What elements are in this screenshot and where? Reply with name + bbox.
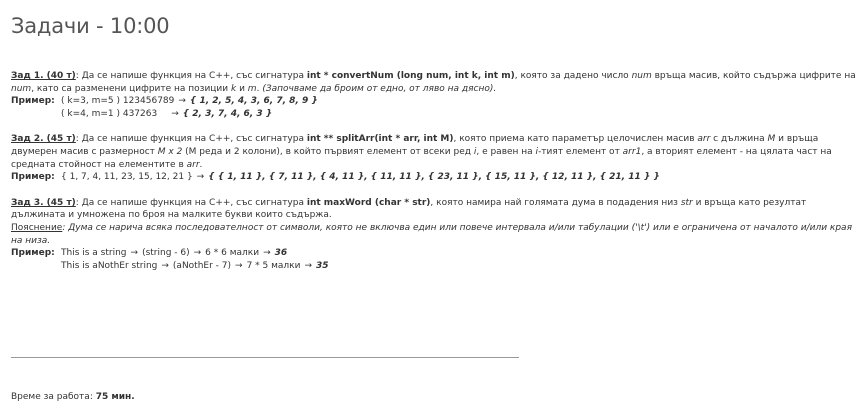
arrow-icon: → — [171, 108, 179, 119]
problem-3-signature: int maxWord (char * str) — [306, 197, 431, 208]
problem-1-note: (Започваме да броим от едно, от ляво на … — [262, 83, 497, 94]
example-label: Пример: — [11, 172, 55, 183]
problem-2-var: arr — [186, 159, 200, 170]
example-step: (string - 6) — [142, 248, 190, 259]
explanation-label: Пояснение — [11, 222, 63, 233]
problem-1-var: m — [247, 83, 257, 94]
problem-3-label: Зад 3. (45 т) — [11, 197, 76, 208]
example-step: 6 * 6 малки — [205, 248, 260, 259]
arrow-icon: → — [178, 96, 186, 107]
problems-content: Зад 1. (40 т): Да се напише функция на C… — [11, 70, 861, 285]
arrow-icon: → — [263, 248, 271, 259]
problem-2-text: : Да се напише функция на C++, със сигна… — [75, 134, 307, 145]
problem-1-text: и — [236, 83, 248, 94]
example-input: { 1, 7, 4, 11, 23, 15, 12, 21 } — [61, 172, 193, 183]
problem-3-statement: Зад 3. (45 т): Да се напише функция на C… — [11, 197, 861, 222]
problem-2-text: (M реда и 2 колони), в който първият еле… — [182, 146, 474, 157]
arrow-icon: → — [130, 248, 139, 259]
problem-1-text: : Да се напише функция на C++, със сигна… — [75, 71, 307, 81]
problem-2-var: M x 2 — [157, 146, 183, 157]
arrow-icon: → — [304, 260, 312, 271]
example-result: 36 — [274, 248, 288, 259]
problem-2-text: , е равен на — [476, 146, 536, 157]
problem-2-signature: int ** splitArr(int * arr, int M) — [306, 134, 454, 145]
arrow-icon: → — [235, 260, 243, 271]
problem-1-var: num — [11, 83, 32, 94]
example-step: (aNothEr - 7) — [172, 260, 232, 271]
problem-2-statement: Зад 2. (45 т): Да се напише функция на C… — [11, 133, 861, 171]
example-input: This is aNothEr string — [61, 260, 158, 271]
work-time-label: Време за работа: — [11, 392, 96, 402]
problem-3-example-2: This is aNothEr string → (aNothEr - 7) → 7 *… — [11, 260, 861, 273]
problem-2-example-1: Пример: { 1, 7, 4, 11, 23, 15, 12, 21 } →{… — [11, 171, 861, 184]
problem-2-var: arr — [697, 134, 711, 145]
problem-3-var: str — [680, 197, 693, 208]
arrow-icon: → — [193, 248, 202, 259]
example-input: ( k=4, m=1 ) 437263 — [61, 108, 158, 119]
problem-2-text: -тият елемент от — [538, 146, 623, 157]
example-step: 7 * 5 малки — [246, 260, 301, 271]
example-result: 35 — [316, 260, 329, 271]
work-time-value: 75 мин. — [95, 392, 135, 402]
arrow-icon: → — [196, 172, 205, 183]
problem-1-text: , която за дадено число — [514, 71, 632, 81]
problem-1-var: num — [631, 71, 652, 81]
example-label: Пример: — [11, 248, 55, 259]
problem-3-explanation: Пояснение: Дума се нарича всяка последов… — [11, 222, 861, 247]
example-input: This is a string — [61, 248, 127, 259]
work-time: Време за работа: 75 мин. — [11, 392, 135, 402]
problem-1: Зад 1. (40 т): Да се напише функция на C… — [11, 70, 861, 120]
example-input: ( k=3, m=5 ) 123456789 — [61, 96, 175, 107]
problem-3-text: , която намира най голямата дума в подад… — [430, 197, 681, 208]
example-result: { 2, 3, 7, 4, 6, 3 } — [182, 108, 273, 119]
problem-2: Зад 2. (45 т): Да се напише функция на C… — [11, 133, 861, 183]
problem-2-label: Зад 2. (45 т) — [11, 134, 76, 145]
problem-1-statement: Зад 1. (40 т): Да се напише функция на C… — [11, 70, 861, 95]
problem-1-label: Зад 1. (40 т) — [11, 71, 76, 81]
problem-2-text: . — [199, 159, 203, 170]
problem-1-example-2: ( k=4, m=1 ) 437263 →{ 2, 3, 7, 4, 6, 3 } — [11, 108, 861, 121]
arrow-icon: → — [161, 260, 169, 271]
example-result: { { 1, 11 }, { 7, 11 }, { 4, 11 }, { 11,… — [208, 172, 660, 183]
explanation-text: : Дума се нарича всяка последователност … — [11, 222, 852, 246]
problem-1-text: , като са разменени цифрите на позиции — [31, 83, 231, 94]
problem-3: Зад 3. (45 т): Да се напише функция на C… — [11, 197, 861, 273]
example-label: Пример: — [11, 96, 55, 107]
problem-2-var: arr1 — [622, 146, 642, 157]
problem-1-example-1: Пример: ( k=3, m=5 ) 123456789 →{ 1, 2, 5,… — [11, 95, 861, 108]
problem-2-text: , която приема като параметър целочислен… — [453, 134, 698, 145]
problem-3-example-1: Пример: This is a string → (string - 6) → 6 *… — [11, 247, 861, 260]
problem-1-signature: int * convertNum (long num, int k, int m… — [306, 71, 515, 81]
example-result: { 1, 2, 5, 4, 3, 6, 7, 8, 9 } — [189, 96, 318, 107]
problem-1-text: връща масив, който съдържа цифрите на — [651, 71, 856, 81]
problem-3-text: : Да се напише функция на C++, със сигна… — [75, 197, 307, 208]
page-title: Задачи - 10:00 — [11, 14, 170, 38]
divider — [11, 357, 519, 358]
problem-2-text: с дължина — [710, 134, 768, 145]
